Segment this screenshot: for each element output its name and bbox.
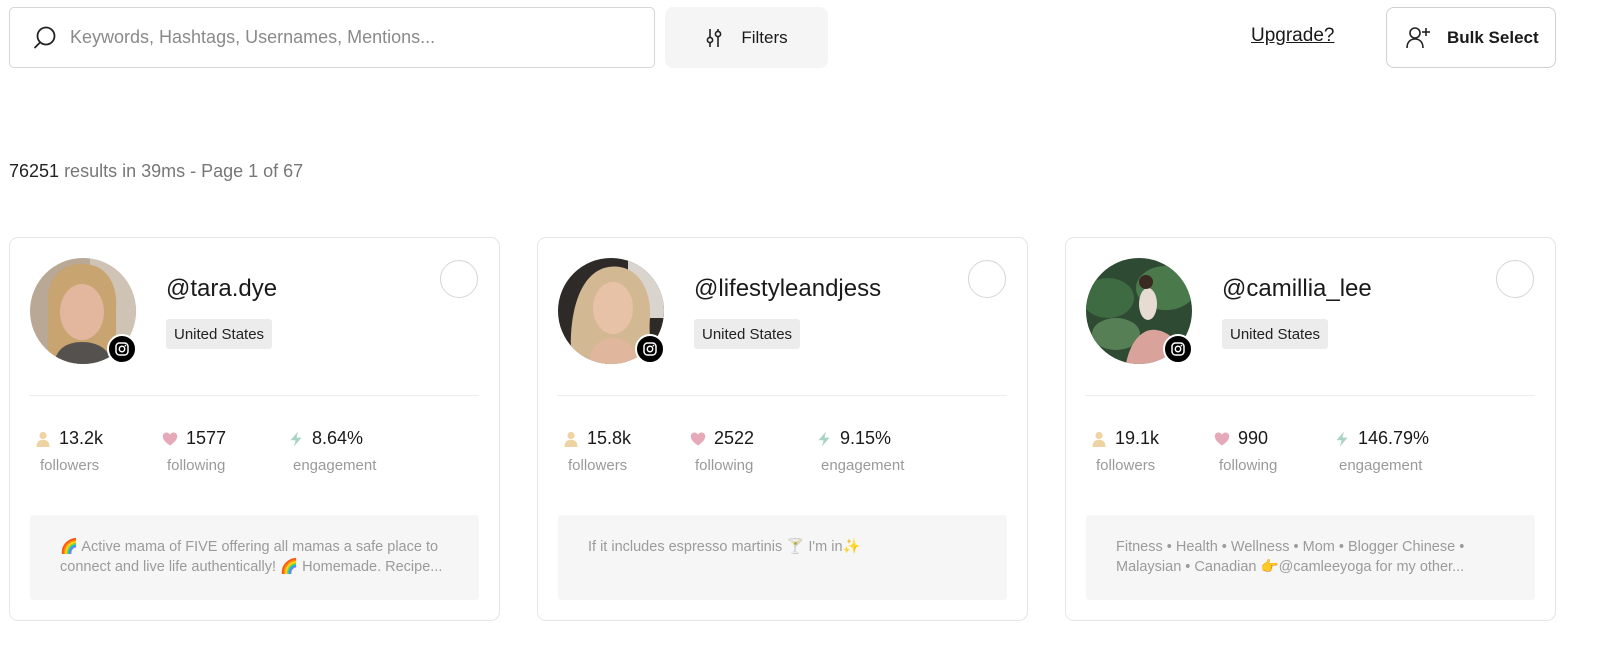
following-label: following bbox=[1219, 457, 1278, 474]
bulk-select-label: Bulk Select bbox=[1447, 27, 1539, 47]
heart-icon bbox=[1214, 431, 1230, 447]
bio-box: 🌈 Active mama of FIVE offering all mamas… bbox=[30, 515, 479, 600]
heart-icon bbox=[162, 431, 178, 447]
following-value: 1577 bbox=[186, 428, 227, 448]
engagement-label: engagement bbox=[821, 457, 905, 474]
avatar[interactable] bbox=[558, 258, 666, 366]
username[interactable]: @lifestyleandjess bbox=[694, 275, 881, 303]
engagement-stat: 9.15% engagement bbox=[816, 428, 904, 474]
add-user-icon bbox=[1405, 25, 1431, 51]
engagement-value: 9.15% bbox=[840, 428, 892, 448]
results-summary: 76251 results in 39ms - Page 1 of 67 bbox=[9, 161, 303, 182]
results-detail: results in 39ms - Page 1 of 67 bbox=[59, 161, 304, 181]
following-label: following bbox=[695, 457, 754, 474]
avatar[interactable] bbox=[1086, 258, 1194, 366]
results-count: 76251 bbox=[9, 161, 60, 181]
lightning-icon bbox=[816, 431, 832, 447]
username[interactable]: @tara.dye bbox=[166, 275, 277, 303]
heart-icon bbox=[690, 431, 706, 447]
instagram-icon bbox=[107, 334, 137, 364]
following-stat: 2522 following bbox=[690, 428, 754, 474]
country-badge: United States bbox=[166, 319, 273, 349]
bio-box: Fitness • Health • Wellness • Mom • Blog… bbox=[1086, 515, 1535, 600]
search-input[interactable] bbox=[70, 8, 654, 67]
person-icon bbox=[35, 431, 51, 447]
username[interactable]: @camillia_lee bbox=[1222, 275, 1372, 303]
country-badge: United States bbox=[694, 319, 801, 349]
filters-label: Filters bbox=[741, 27, 788, 47]
engagement-value: 8.64% bbox=[312, 428, 364, 448]
followers-value: 15.8k bbox=[587, 428, 632, 448]
lightning-icon bbox=[1334, 431, 1350, 447]
engagement-label: engagement bbox=[1339, 457, 1423, 474]
avatar[interactable] bbox=[30, 258, 138, 366]
influencer-card[interactable]: @tara.dye United States 13.2k followers … bbox=[9, 237, 500, 621]
following-label: following bbox=[167, 457, 226, 474]
following-value: 990 bbox=[1238, 428, 1269, 448]
bio-text: If it includes espresso martinis 🍸 I'm i… bbox=[588, 539, 861, 555]
influencer-card[interactable]: @lifestyleandjess United States 15.8k fo… bbox=[537, 237, 1028, 621]
divider bbox=[558, 395, 1007, 396]
country-badge: United States bbox=[1222, 319, 1329, 349]
person-icon bbox=[563, 431, 579, 447]
engagement-value: 146.79% bbox=[1358, 428, 1430, 448]
select-checkbox[interactable] bbox=[440, 260, 478, 298]
followers-label: followers bbox=[568, 457, 628, 474]
followers-stat: 15.8k followers bbox=[563, 428, 631, 474]
followers-stat: 13.2k followers bbox=[35, 428, 103, 474]
followers-label: followers bbox=[40, 457, 100, 474]
instagram-icon bbox=[1163, 334, 1193, 364]
following-stat: 1577 following bbox=[162, 428, 226, 474]
influencer-card[interactable]: @camillia_lee United States 19.1k follow… bbox=[1065, 237, 1556, 621]
sliders-icon bbox=[705, 27, 723, 49]
instagram-icon bbox=[635, 334, 665, 364]
divider bbox=[30, 395, 479, 396]
search-box[interactable] bbox=[9, 7, 655, 68]
followers-value: 13.2k bbox=[59, 428, 104, 448]
followers-label: followers bbox=[1096, 457, 1156, 474]
upgrade-link[interactable]: Upgrade? bbox=[1251, 25, 1334, 47]
engagement-stat: 8.64% engagement bbox=[288, 428, 376, 474]
followers-value: 19.1k bbox=[1115, 428, 1160, 448]
following-stat: 990 following bbox=[1214, 428, 1277, 474]
lightning-icon bbox=[288, 431, 304, 447]
bio-text: 🌈 Active mama of FIVE offering all mamas… bbox=[60, 539, 443, 575]
following-value: 2522 bbox=[714, 428, 755, 448]
person-icon bbox=[1091, 431, 1107, 447]
filters-button[interactable]: Filters bbox=[665, 7, 828, 68]
bio-text: Fitness • Health • Wellness • Mom • Blog… bbox=[1116, 539, 1465, 575]
engagement-label: engagement bbox=[293, 457, 377, 474]
engagement-stat: 146.79% engagement bbox=[1334, 428, 1429, 474]
select-checkbox[interactable] bbox=[1496, 260, 1534, 298]
bulk-select-button[interactable]: Bulk Select bbox=[1386, 7, 1556, 68]
search-icon bbox=[32, 25, 58, 51]
divider bbox=[1086, 395, 1535, 396]
select-checkbox[interactable] bbox=[968, 260, 1006, 298]
followers-stat: 19.1k followers bbox=[1091, 428, 1159, 474]
bio-box: If it includes espresso martinis 🍸 I'm i… bbox=[558, 515, 1007, 600]
